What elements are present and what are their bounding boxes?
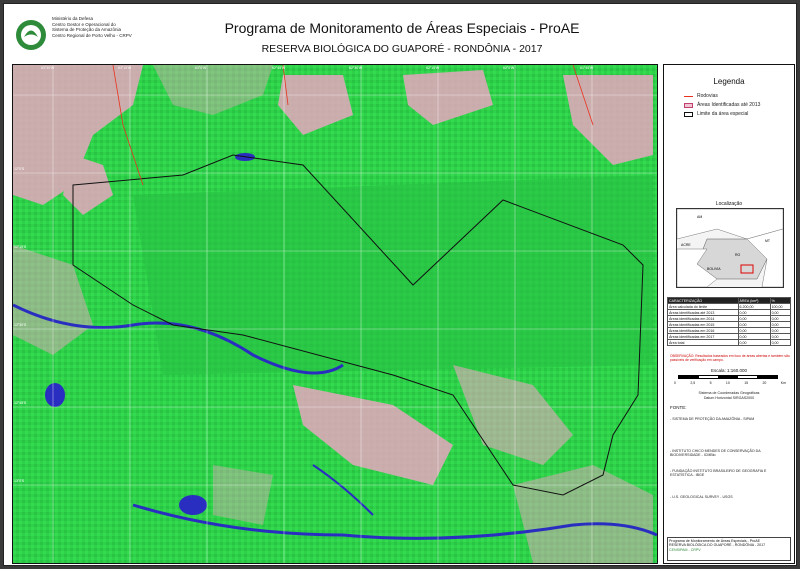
grid-label: 12°15'S xyxy=(14,245,27,249)
grid-labels-top: 63°30'W 63°15'W 63°0'W 62°45'W 62°30'W 6… xyxy=(13,65,657,75)
boundary-swatch-icon xyxy=(684,111,693,117)
legend-item-boundary: Limite da área especial xyxy=(684,111,748,117)
location-label: BOLIVIA xyxy=(707,267,721,271)
scale-tick: 20 xyxy=(762,381,767,385)
scale-label: Escala: 1:160.000 xyxy=(710,368,748,373)
location-map-canvas xyxy=(676,208,784,288)
source-item: - FUNDAÇÃO INSTITUTO BRASILEIRO DE GEOGR… xyxy=(670,469,767,478)
location-inset-map: AM MT BOLIVIA RO ACRE xyxy=(676,208,784,288)
scale-tick: 2,5 xyxy=(690,381,696,385)
datum-line: Datum Horizontal SIRGAS2000 xyxy=(703,395,755,400)
map-canvas xyxy=(13,65,657,563)
legend-item-roads: Rodovias xyxy=(684,93,718,99)
location-label: RO xyxy=(735,253,741,257)
location-label: AM xyxy=(697,215,703,219)
map-sheet: Ministério da Defesa Centro Gestor e Ope… xyxy=(3,3,797,566)
legend-label: Rodovias xyxy=(697,93,718,99)
footer-brand: CENSIPAM - CRPV xyxy=(669,547,701,552)
satellite-map: 63°30'W 63°15'W 63°0'W 62°45'W 62°30'W 6… xyxy=(12,64,658,564)
grid-label: 63°0'W xyxy=(195,66,207,70)
location-label: MT xyxy=(765,239,771,243)
area-swatch-icon xyxy=(684,102,693,108)
grid-label: 61°45'W xyxy=(580,66,594,70)
table-cell: 0,00 xyxy=(769,339,792,346)
map-title: Programa de Monitoramento de Áreas Espec… xyxy=(224,20,580,36)
grid-label: 62°30'W xyxy=(349,66,363,70)
road-line-icon xyxy=(684,95,693,97)
scale-bar xyxy=(678,375,778,379)
grid-labels-left: 12°0'S 12°15'S 12°30'S 12°45'S 13°0'S xyxy=(14,65,26,563)
grid-label: 62°45'W xyxy=(272,66,286,70)
scale-tick: 10 xyxy=(725,381,730,385)
scale-tick: 5 xyxy=(709,381,712,385)
grid-label: 12°30'S xyxy=(14,323,27,327)
grid-label: 62°15'W xyxy=(426,66,440,70)
location-title: Localização xyxy=(715,201,743,207)
scale-unit: Km xyxy=(780,381,786,385)
source-item: - U.S. GEOLOGICAL SURVEY - USGS xyxy=(670,495,733,499)
source-item: - INSTITUTO CHICO MENDES DE CONSERVAÇÃO … xyxy=(670,449,761,458)
table-row: Área total 0,00 0,00 xyxy=(667,339,792,346)
grid-label: 12°45'S xyxy=(14,401,27,405)
grid-label: 13°0'S xyxy=(14,479,25,483)
table-cell: Área total xyxy=(667,339,739,346)
table-cell: 0,00 xyxy=(737,339,771,346)
footer-box: Programa de Monitoramento de Áreas Espec… xyxy=(667,537,791,561)
side-panel: Legenda Rodovias Áreas Identificadas até… xyxy=(663,64,795,564)
sources-heading: FONTE: xyxy=(670,405,687,410)
area-table: CARACTERIZAÇÃO ÁREA (km²) % Área calcula… xyxy=(667,297,792,346)
scale-tick: 0 xyxy=(674,381,676,385)
map-subtitle: RESERVA BIOLÓGICA DO GUAPORÉ - RONDÔNIA … xyxy=(261,43,543,55)
forest-dense xyxy=(133,175,653,375)
legend-label: Áreas Identificadas até 2013 xyxy=(697,102,761,108)
legend-title: Legenda xyxy=(713,77,745,86)
datum-info: Sistema de Coordenadas Geográficas Datum… xyxy=(664,391,794,400)
location-label: ACRE xyxy=(681,243,691,247)
scale-tick: 15 xyxy=(744,381,749,385)
observation-note: OBSERVAÇÃO: Resultados baseados em foco … xyxy=(670,354,790,362)
grid-label: 12°0'S xyxy=(14,167,25,171)
legend-item-identified: Áreas Identificadas até 2013 xyxy=(684,102,760,108)
legend-label: Limite da área especial xyxy=(697,111,749,117)
scale-ticks: 0 2,5 5 10 15 20 Km xyxy=(674,381,786,385)
grid-label: 63°15'W xyxy=(118,66,132,70)
grid-label: 62°0'W xyxy=(503,66,515,70)
source-item: - SISTEMA DE PROTEÇÃO DA AMAZÔNIA - SIPA… xyxy=(670,417,755,421)
map-header: Ministério da Defesa Centro Gestor e Ope… xyxy=(10,10,794,62)
grid-label: 63°30'W xyxy=(41,66,55,70)
